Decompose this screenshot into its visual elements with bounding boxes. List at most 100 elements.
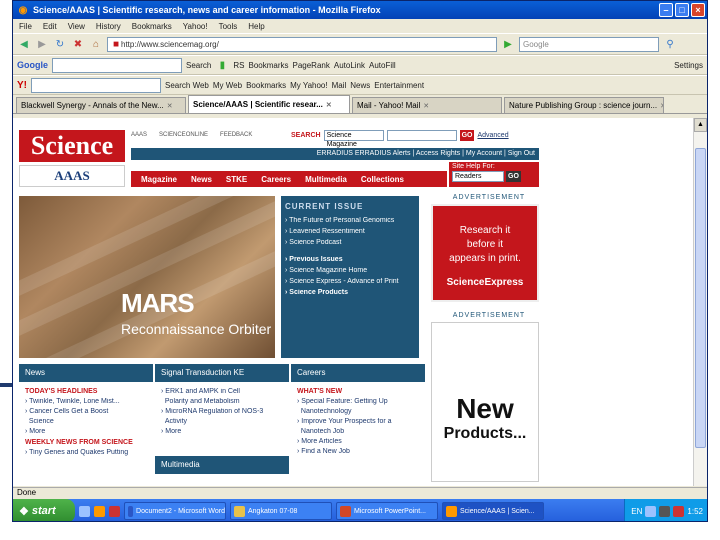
toplink-aaas[interactable]: AAAS <box>131 132 147 138</box>
yahoo-item-mail[interactable]: Mail <box>332 81 347 90</box>
go-icon[interactable]: ▶ <box>501 37 515 51</box>
menu-edit[interactable]: Edit <box>43 22 57 31</box>
menu-history[interactable]: History <box>96 22 121 31</box>
science-express-ad[interactable]: Research it before it appears in print. … <box>431 204 539 302</box>
issue-link[interactable]: › Science Express - Advance of Print <box>285 278 415 285</box>
back-icon[interactable]: ◀ <box>17 37 31 51</box>
news-link[interactable]: › Cancer Cells Get a Boost <box>25 408 153 415</box>
scroll-up-icon[interactable]: ▲ <box>694 118 707 132</box>
quicklaunch-firefox-icon[interactable] <box>94 505 105 517</box>
toplink-scienceonline[interactable]: SCIENCEONLINE <box>159 132 208 138</box>
window-titlebar[interactable]: ◉ Science/AAAS | Scientific research, ne… <box>13 1 707 19</box>
tab-yahoo-mail[interactable]: Mail - Yahoo! Mail ✕ <box>352 97 502 113</box>
forward-icon[interactable]: ▶ <box>35 37 49 51</box>
careers-link[interactable]: › More Articles <box>297 438 425 445</box>
issue-link[interactable]: › Science Magazine Home <box>285 267 415 274</box>
google-settings[interactable]: Settings <box>674 61 703 70</box>
search-scope-select[interactable]: Science Magazine <box>323 130 384 148</box>
yahoo-search-input[interactable] <box>31 77 161 93</box>
url-input[interactable]: ■ http://www.sciencemag.org/ <box>107 36 497 52</box>
reload-icon[interactable]: ↻ <box>53 37 67 51</box>
nav-careers[interactable]: Careers <box>261 175 291 184</box>
yahoo-search-button[interactable]: Search Web <box>165 81 209 90</box>
google-search-button[interactable]: Search <box>186 61 211 70</box>
vertical-scrollbar[interactable]: ▲ <box>693 118 707 486</box>
menu-help[interactable]: Help <box>248 22 264 31</box>
minimize-button[interactable]: – <box>659 3 673 17</box>
yahoo-item-entertainment[interactable]: Entertainment <box>374 81 424 90</box>
tab-nature[interactable]: Nature Publishing Group : science journ.… <box>504 97 664 113</box>
signal-link[interactable]: Polarity and Metabolism <box>161 398 289 405</box>
issue-link[interactable]: › Science Products <box>285 289 415 296</box>
antivirus-icon[interactable] <box>673 505 685 517</box>
yahoo-item-news[interactable]: News <box>350 81 370 90</box>
search-go-button[interactable]: GO <box>459 130 475 141</box>
signal-link[interactable]: › ERK1 and AMPK in Cell <box>161 388 289 395</box>
new-products-ad[interactable]: New Products... <box>431 322 539 482</box>
quicklaunch-media-icon[interactable] <box>109 505 120 517</box>
news-heading[interactable]: News <box>19 364 153 382</box>
help-go-button[interactable]: GO <box>506 171 521 182</box>
stop-icon[interactable]: ✖ <box>71 37 85 51</box>
menu-tools[interactable]: Tools <box>219 22 238 31</box>
nav-collections[interactable]: Collections <box>361 175 404 184</box>
careers-link[interactable]: › Special Feature: Getting Up <box>297 398 425 405</box>
careers-link[interactable]: › Find a New Job <box>297 448 425 455</box>
nav-multimedia[interactable]: Multimedia <box>305 175 347 184</box>
menu-file[interactable]: File <box>19 22 32 31</box>
tab-blackwell[interactable]: Blackwell Synergy - Annals of the New...… <box>16 97 186 113</box>
volume-icon[interactable] <box>659 505 671 517</box>
careers-link[interactable]: Nanotechnology <box>297 408 425 415</box>
task-word[interactable]: Document2 - Microsoft Word <box>124 502 226 520</box>
menu-yahoo[interactable]: Yahoo! <box>183 22 208 31</box>
news-link[interactable]: Science <box>25 418 153 425</box>
multimedia-heading[interactable]: Multimedia <box>155 456 289 474</box>
google-item-rs[interactable]: RS <box>233 61 244 70</box>
tab-science[interactable]: Science/AAAS | Scientific resear... ✕ <box>188 95 350 113</box>
issue-link[interactable]: › The Future of Personal Genomics <box>285 217 415 224</box>
language-indicator[interactable]: EN <box>631 507 642 516</box>
google-item-autolink[interactable]: AutoLink <box>334 61 365 70</box>
careers-link[interactable]: › Improve Your Prospects for a <box>297 418 425 425</box>
nav-magazine[interactable]: Magazine <box>141 175 177 184</box>
maximize-button[interactable]: □ <box>675 3 689 17</box>
issue-link[interactable]: › Leavened Ressentiment <box>285 228 415 235</box>
help-select[interactable]: Readers <box>452 171 504 182</box>
close-icon[interactable]: ✕ <box>326 101 334 109</box>
toplink-feedback[interactable]: FEEDBACK <box>220 132 252 138</box>
task-powerpoint[interactable]: Microsoft PowerPoint... <box>336 502 438 520</box>
yahoo-item-myweb[interactable]: My Web <box>213 81 242 90</box>
search-icon[interactable]: ⚲ <box>663 37 677 51</box>
news-link[interactable]: › More <box>25 428 153 435</box>
task-folder[interactable]: Angkaton 07-08 <box>230 502 332 520</box>
close-icon[interactable]: ✕ <box>423 102 431 110</box>
google-item-pagerank[interactable]: PageRank <box>293 61 330 70</box>
menu-view[interactable]: View <box>68 22 85 31</box>
signal-transduction-heading[interactable]: Signal Transduction KE <box>155 364 289 382</box>
close-button[interactable]: × <box>691 3 705 17</box>
careers-link[interactable]: Nanotech Job <box>297 428 425 435</box>
search-input[interactable]: Google <box>519 36 659 52</box>
task-firefox[interactable]: Science/AAAS | Scien... <box>442 502 544 520</box>
news-link[interactable]: › Twinkle, Twinkle, Lone Mist... <box>25 398 153 405</box>
home-icon[interactable]: ⌂ <box>89 37 103 51</box>
network-icon[interactable] <box>645 505 657 517</box>
scroll-thumb[interactable] <box>695 148 706 448</box>
cover-image[interactable]: MARS Reconnaissance Orbiter <box>19 196 275 358</box>
issue-link[interactable]: › Science Podcast <box>285 239 415 246</box>
google-search-input[interactable] <box>52 57 182 73</box>
google-item-autofill[interactable]: AutoFill <box>369 61 396 70</box>
advanced-search-link[interactable]: Advanced <box>477 132 508 139</box>
show-desktop-icon[interactable] <box>79 505 90 517</box>
signal-link[interactable]: Activity <box>161 418 289 425</box>
close-icon[interactable]: ✕ <box>167 102 175 110</box>
aaas-logo[interactable]: AAAS <box>19 165 125 187</box>
yahoo-item-myyahoo[interactable]: My Yahoo! <box>290 81 328 90</box>
menu-bookmarks[interactable]: Bookmarks <box>132 22 172 31</box>
user-bar[interactable]: ERRADIUS ERRADIUS Alerts | Access Rights… <box>131 148 539 160</box>
yahoo-item-bookmarks[interactable]: Bookmarks <box>246 81 286 90</box>
close-icon[interactable]: ✕ <box>660 102 663 110</box>
site-search-input[interactable] <box>386 130 457 141</box>
nav-stke[interactable]: STKE <box>226 175 247 184</box>
news-link[interactable]: › Tiny Genes and Quakes Putting <box>25 449 153 456</box>
